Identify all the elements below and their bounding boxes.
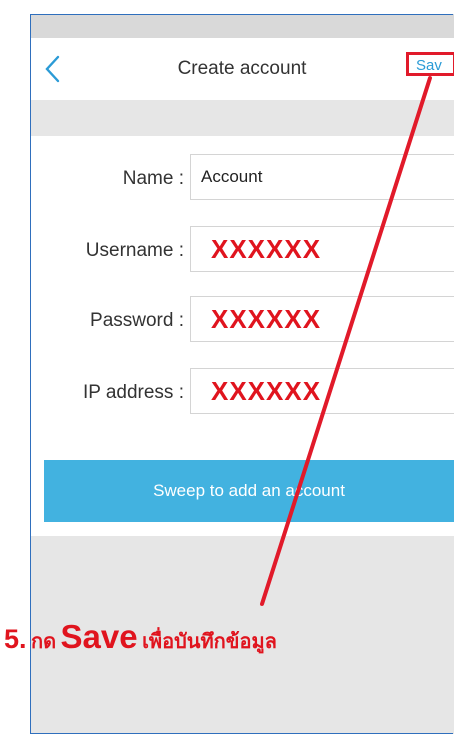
username-label: Username :	[85, 240, 184, 261]
password-input[interactable]: XXXXXX	[190, 296, 454, 342]
instruction-rest: เพื่อบันทึกข้อมูล	[142, 631, 277, 653]
name-input[interactable]: Account	[190, 154, 454, 200]
instruction-caption: 5. กด Save เพื่อบันทึกข้อมูล	[4, 618, 277, 657]
save-button[interactable]: Sav	[412, 52, 454, 80]
name-label: Name :	[122, 168, 184, 189]
form-row-name: Name : Account	[30, 146, 454, 216]
app-header: Create account	[30, 38, 454, 101]
form-row-username: Username : XXXXXX	[30, 218, 454, 288]
instruction-verb: กด	[30, 631, 57, 653]
status-bar	[30, 14, 454, 38]
password-label: Password :	[90, 310, 184, 331]
form-row-password: Password : XXXXXX	[30, 288, 454, 358]
instruction-keyword: Save	[60, 618, 138, 655]
username-input[interactable]: XXXXXX	[190, 226, 454, 272]
instruction-step-number: 5.	[4, 624, 27, 654]
ip-address-input[interactable]: XXXXXX	[190, 368, 454, 414]
username-masked-value: XXXXXX	[211, 234, 322, 264]
form-row-ip: IP address : XXXXXX	[30, 360, 454, 430]
section-gap	[30, 100, 454, 136]
ip-address-label: IP address :	[82, 382, 184, 403]
page-title: Create account	[177, 58, 307, 79]
ip-address-masked-value: XXXXXX	[211, 376, 322, 406]
sweep-add-account-button[interactable]: Sweep to add an account	[44, 460, 454, 522]
name-input-value: Account	[201, 167, 263, 186]
password-masked-value: XXXXXX	[211, 304, 322, 334]
